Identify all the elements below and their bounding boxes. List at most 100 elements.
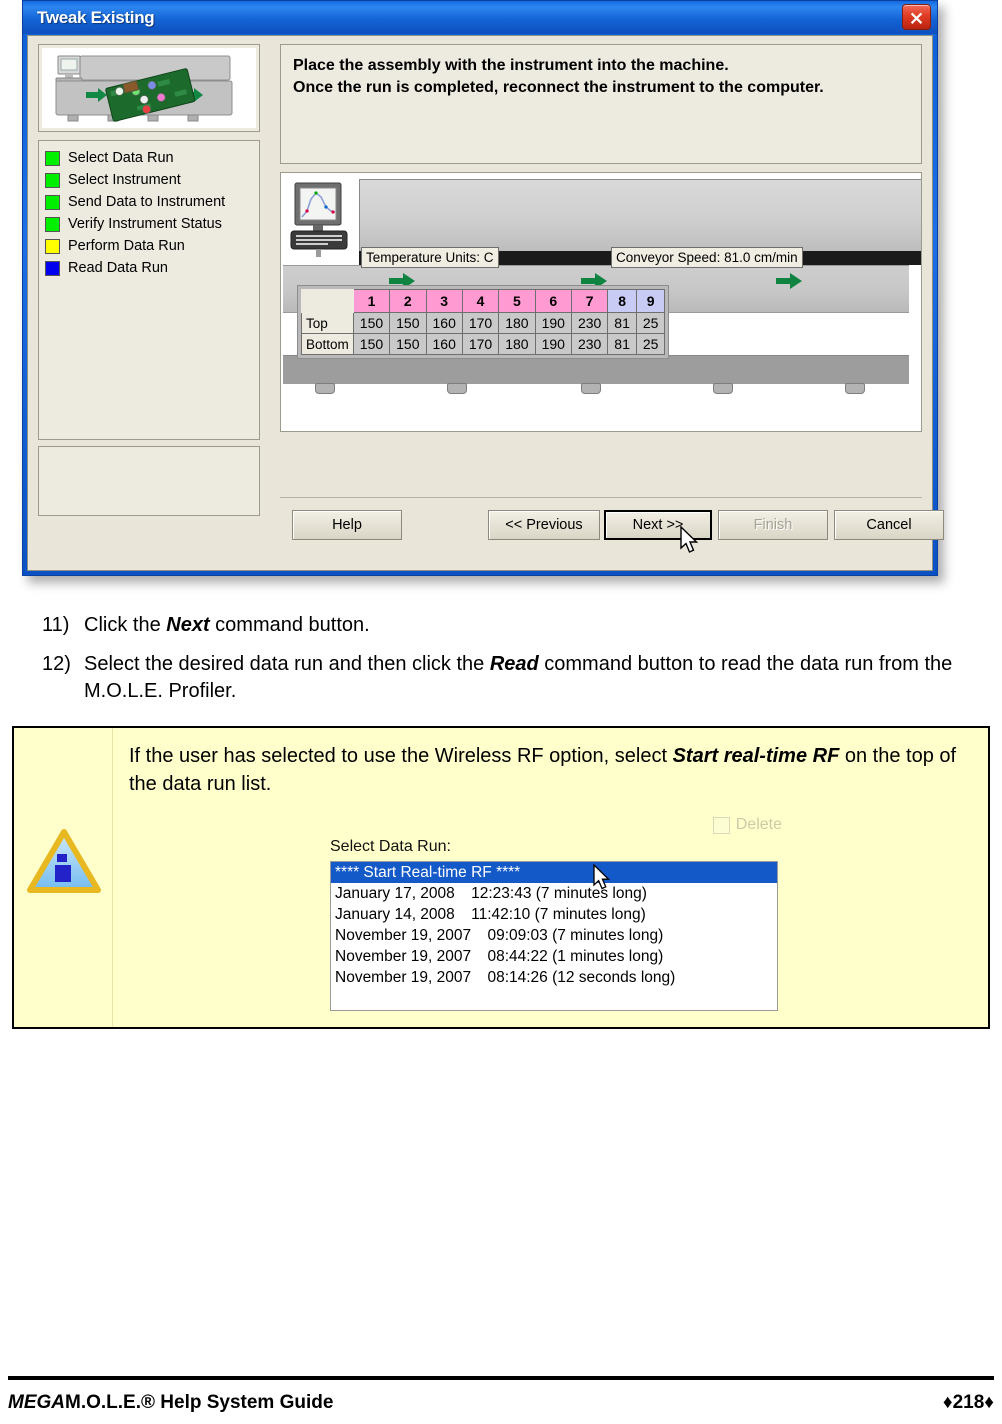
- note-text: If the user has selected to use the Wire…: [129, 742, 976, 798]
- machine-hood: [359, 179, 921, 253]
- machine-foot: [581, 383, 601, 394]
- machine-foot: [447, 383, 467, 394]
- checkbox-icon[interactable]: [712, 816, 730, 834]
- list-item-time: 09:09:03 (7 minutes long): [487, 927, 664, 944]
- dialog-body: Select Data Run Select Instrument Send D…: [27, 35, 944, 571]
- list-item[interactable]: **** Start Real-time RF ****: [331, 862, 777, 883]
- zone-header-cell: 2: [389, 289, 427, 313]
- page: Tweak Existing Select Data Run Select In…: [0, 0, 1002, 1424]
- machine-foot: [713, 383, 733, 394]
- wizard-step-label: Select Data Run: [68, 150, 174, 166]
- note-callout: If the user has selected to use the Wire…: [12, 726, 990, 1029]
- zone-value-cell: 81: [607, 312, 637, 334]
- zone-value-cell: 150: [389, 333, 427, 355]
- instruction-line-2: Once the run is completed, reconnect the…: [293, 79, 824, 96]
- list-item[interactable]: January 17, 2008 12:23:43 (7 minutes lon…: [331, 883, 777, 904]
- footer-divider: [8, 1376, 994, 1380]
- list-item-date: November 19, 2007: [335, 948, 472, 965]
- wizard-step: Send Data to Instrument: [45, 191, 259, 213]
- note-text-part: If the user has selected to use the Wire…: [129, 745, 673, 767]
- zone-value-cell: 160: [425, 333, 463, 355]
- page-footer: MEGAM.O.L.E.® Help System Guide ♦218♦: [8, 1392, 994, 1414]
- zone-value-cell: 230: [570, 333, 609, 355]
- sidebar-empty-panel: [38, 446, 260, 516]
- wizard-step: Perform Data Run: [45, 235, 259, 257]
- dialog-titlebar: Tweak Existing: [23, 1, 937, 34]
- list-item-time: 11:42:10 (7 minutes long): [471, 906, 646, 923]
- step-status-swatch: [45, 194, 60, 210]
- step-number: 11): [42, 614, 70, 636]
- note-text-emphasis: Start real-time RF: [672, 745, 840, 767]
- zone-header-cell: 9: [635, 289, 666, 313]
- instruction-line-1: Place the assembly with the instrument i…: [293, 57, 729, 74]
- list-item-date: November 19, 2007: [335, 927, 472, 944]
- delete-checkbox[interactable]: Delete: [712, 816, 782, 834]
- footer-page-number: ♦218♦: [942, 1392, 994, 1413]
- note-icon-column: [14, 728, 113, 1027]
- list-item[interactable]: November 19, 2007 09:09:03 (7 minutes lo…: [331, 925, 777, 946]
- step-text-part: Click the: [84, 614, 167, 636]
- previous-button[interactable]: << Previous: [488, 510, 600, 540]
- zone-value-cell: 180: [498, 312, 536, 334]
- step-status-swatch: [45, 216, 60, 232]
- data-run-listbox[interactable]: **** Start Real-time RF **** January 17,…: [330, 861, 778, 1011]
- list-item-time: 08:44:22 (1 minutes long): [487, 948, 664, 965]
- step-status-swatch: [45, 238, 60, 254]
- zone-header-cell: 6: [534, 289, 572, 313]
- step-status-swatch: [45, 260, 60, 276]
- footer-title-rest: M.O.L.E.® Help System Guide: [65, 1392, 334, 1413]
- machine-foot: [315, 383, 335, 394]
- list-item[interactable]: November 19, 2007 08:44:22 (1 minutes lo…: [331, 946, 777, 967]
- close-icon[interactable]: [902, 4, 931, 30]
- instruction-box: Place the assembly with the instrument i…: [280, 44, 922, 164]
- wizard-step: Read Data Run: [45, 257, 259, 279]
- help-button[interactable]: Help: [292, 510, 402, 540]
- wizard-step: Select Data Run: [45, 147, 259, 169]
- wizard-main-panel: Place the assembly with the instrument i…: [280, 44, 944, 561]
- wizard-step: Select Instrument: [45, 169, 259, 191]
- list-item-date: January 14, 2008: [335, 906, 455, 923]
- list-item: 11) Click the Next command button.: [42, 612, 982, 639]
- zone-value-cell: 81: [607, 333, 637, 355]
- wizard-step-label: Send Data to Instrument: [68, 194, 226, 210]
- machine-base: [283, 355, 909, 384]
- zone-header-cell: 7: [570, 289, 609, 313]
- finish-button: Finish: [718, 510, 828, 540]
- zone-header-cell: 1: [352, 289, 391, 313]
- computer-icon: [289, 181, 351, 259]
- row-header-bottom: Bottom: [301, 333, 354, 355]
- list-item: 12) Select the desired data run and then…: [42, 651, 982, 705]
- tweak-existing-dialog: Tweak Existing Select Data Run Select In…: [22, 0, 944, 576]
- zone-value-cell: 180: [498, 333, 536, 355]
- footer-title-brand: MEGA: [8, 1392, 65, 1413]
- table-corner-cell: [301, 289, 354, 313]
- footer-title: MEGAM.O.L.E.® Help System Guide: [8, 1392, 333, 1414]
- procedure-steps: 11) Click the Next command button. 12) S…: [42, 612, 982, 717]
- list-item[interactable]: November 19, 2007 08:14:26 (12 seconds l…: [331, 967, 777, 988]
- table-row: Bottom 150 150 160 170 180 190 230 81 25: [301, 333, 666, 355]
- zone-value-cell: 170: [461, 333, 500, 355]
- step-text-emphasis: Next: [166, 614, 210, 636]
- wizard-step-label: Select Instrument: [68, 172, 181, 188]
- zone-header-cell: 8: [607, 289, 637, 313]
- machine-diagram: Temperature Units: C Conveyor Speed: 81.…: [280, 172, 922, 432]
- list-item-time: 12:23:43 (7 minutes long): [471, 885, 647, 902]
- table-row: Top 150 150 160 170 180 190 230 81 25: [301, 312, 666, 334]
- mouse-cursor-icon: [680, 525, 702, 561]
- step-text: Select the desired data run and then cli…: [84, 651, 982, 705]
- row-header-top: Top: [301, 312, 354, 334]
- zone-value-cell: 150: [352, 312, 391, 334]
- zone-value-cell: 190: [534, 312, 572, 334]
- dialog-title: Tweak Existing: [37, 7, 155, 27]
- step-text: Click the Next command button.: [84, 612, 982, 639]
- list-item[interactable]: January 14, 2008 11:42:10 (7 minutes lon…: [331, 904, 777, 925]
- wizard-step: Verify Instrument Status: [45, 213, 259, 235]
- flow-arrow-icon: [776, 273, 802, 289]
- zone-temperature-table: 1 2 3 4 5 6 7 8 9 Top 150 150 160 170 18…: [297, 285, 670, 359]
- cancel-button[interactable]: Cancel: [834, 510, 944, 540]
- dialog-button-bar: Help << Previous Next >> Finish Cancel: [280, 497, 944, 561]
- list-item-date: January 17, 2008: [335, 885, 455, 902]
- delete-label: Delete: [735, 816, 782, 833]
- wizard-step-label: Verify Instrument Status: [68, 216, 222, 232]
- list-item-date: **** Start Real-time RF ****: [335, 864, 521, 881]
